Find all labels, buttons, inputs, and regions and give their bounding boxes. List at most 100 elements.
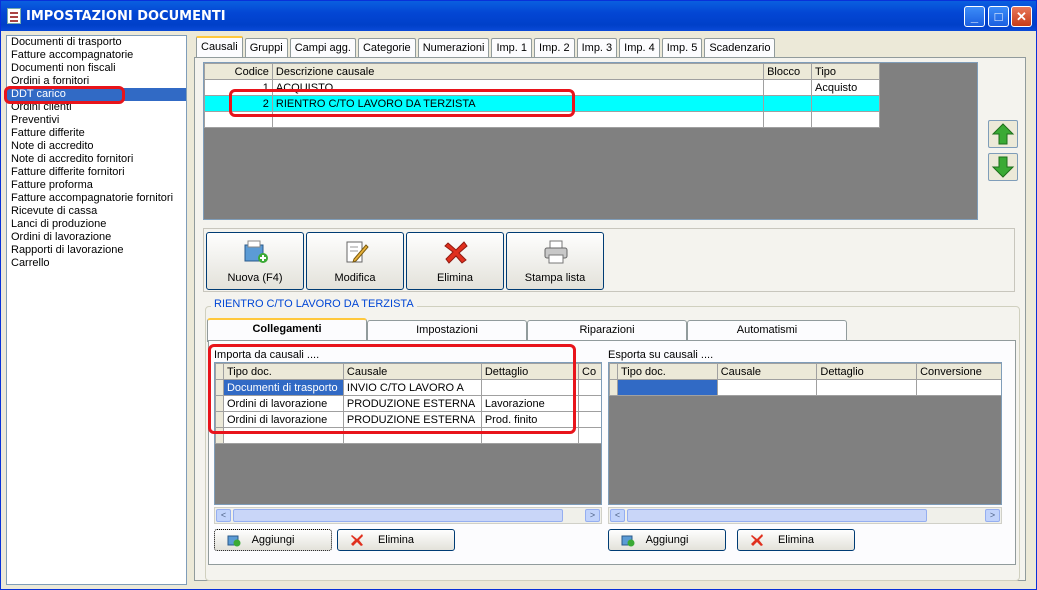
sidebar-item[interactable]: Note di accredito: [7, 140, 186, 153]
importa-delete-button[interactable]: Elimina: [337, 529, 455, 551]
window-title: IMPOSTAZIONI DOCUMENTI: [26, 9, 226, 24]
sidebar-item[interactable]: Ordini a fornitori: [7, 75, 186, 88]
tab-item[interactable]: Scadenzario: [704, 38, 776, 57]
tab-item[interactable]: Imp. 1: [491, 38, 533, 57]
sidebar-item[interactable]: Ordini di lavorazione: [7, 231, 186, 244]
document-type-list[interactable]: Documenti di trasporto Fatture accompagna…: [6, 35, 187, 585]
esporta-delete-label: Elimina: [777, 534, 815, 546]
column-header[interactable]: Tipo: [811, 63, 880, 80]
column-header[interactable]: Codice: [204, 63, 273, 80]
tab-item[interactable]: Gruppi: [244, 38, 288, 57]
sidebar-item[interactable]: Fatture accompagnatorie: [7, 49, 186, 62]
subtab-impostazioni[interactable]: Impostazioni: [367, 320, 527, 340]
tab-item[interactable]: Imp. 5: [661, 38, 703, 57]
tab-item[interactable]: Imp. 2: [534, 38, 575, 57]
column-header[interactable]: Conversione: [916, 363, 1001, 380]
esporta-hscrollbar[interactable]: < >: [608, 507, 1002, 524]
table-cell: [716, 379, 818, 396]
minimize-button[interactable]: _: [964, 6, 985, 27]
sidebar-item[interactable]: DDT carico: [7, 88, 186, 101]
sidebar-item[interactable]: Ordini clienti: [7, 101, 186, 114]
sidebar-item[interactable]: Fatture accompagnatorie fornitori: [7, 192, 186, 205]
column-header[interactable]: Dettaglio: [816, 363, 918, 380]
column-header[interactable]: Co: [578, 363, 601, 380]
close-button[interactable]: ✕: [1011, 6, 1032, 27]
row-indicator: [215, 427, 224, 444]
sidebar-item[interactable]: Fatture proforma: [7, 179, 186, 192]
scroll-left-icon[interactable]: <: [610, 509, 625, 522]
importa-add-label: Aggiungi: [251, 534, 295, 546]
subtab-riparazioni[interactable]: Riparazioni: [527, 320, 687, 340]
esporta-add-button[interactable]: Aggiungi: [608, 529, 726, 551]
column-header[interactable]: Tipo doc.: [222, 363, 344, 380]
window: IMPOSTAZIONI DOCUMENTI _ □ ✕ Documenti d…: [0, 0, 1037, 590]
esporta-add-label: Aggiungi: [645, 534, 689, 546]
tab-item[interactable]: Campi agg.: [289, 38, 356, 57]
table-row[interactable]: 1 ACQUISTO Acquisto: [204, 79, 880, 96]
sidebar-item[interactable]: Fatture differite: [7, 127, 186, 140]
scroll-thumb[interactable]: [627, 509, 927, 522]
move-up-button[interactable]: [988, 120, 1018, 148]
tab-item[interactable]: Numerazioni: [417, 38, 490, 57]
column-header[interactable]: Dettaglio: [480, 363, 580, 380]
sidebar-item[interactable]: Documenti di trasporto: [7, 36, 186, 49]
sidebar-item[interactable]: Documenti non fiscali: [7, 62, 186, 75]
importa-label: Importa da causali ....: [214, 349, 320, 361]
table-row[interactable]: Ordini di lavorazione PRODUZIONE ESTERNA P…: [215, 411, 601, 428]
column-header[interactable]: Blocco: [763, 63, 813, 80]
table-cell: Acquisto: [811, 79, 880, 96]
subtab-automatismi[interactable]: Automatismi: [687, 320, 847, 340]
esporta-table: Tipo doc. Causale Dettaglio Conversione: [609, 363, 1001, 396]
group-title: RIENTRO C/TO LAVORO DA TERZISTA: [211, 298, 417, 310]
delete-button[interactable]: Elimina: [406, 232, 504, 290]
edit-button[interactable]: Modifica: [306, 232, 404, 290]
arrow-down-icon: [991, 156, 1015, 178]
move-down-button[interactable]: [988, 153, 1018, 181]
table-cell: [578, 379, 601, 396]
esporta-delete-button[interactable]: Elimina: [737, 529, 855, 551]
scroll-left-icon[interactable]: <: [216, 509, 231, 522]
sidebar-item[interactable]: Rapporti di lavorazione: [7, 244, 186, 257]
table-row[interactable]: [204, 111, 880, 128]
column-header[interactable]: Causale: [716, 363, 818, 380]
table-cell: Lavorazione: [480, 395, 580, 412]
sidebar-item[interactable]: Carrello: [7, 257, 186, 270]
scroll-right-icon[interactable]: >: [585, 509, 600, 522]
sidebar-item[interactable]: Note di accredito fornitori: [7, 153, 186, 166]
sidebar-item[interactable]: Ricevute di cassa: [7, 205, 186, 218]
subtab-collegamenti[interactable]: Collegamenti: [207, 318, 367, 342]
tab-item[interactable]: Categorie: [357, 38, 416, 57]
causali-grid[interactable]: Codice Descrizione causale Blocco Tipo 1 ACQ…: [203, 62, 978, 220]
sidebar-item[interactable]: Preventivi: [7, 114, 186, 127]
importa-hscrollbar[interactable]: < >: [214, 507, 602, 524]
tab-item[interactable]: Imp. 3: [576, 38, 618, 57]
table-row[interactable]: Documenti di trasporto INVIO C/TO LAVORO …: [215, 379, 601, 396]
tab-item[interactable]: Causali: [196, 36, 243, 58]
column-header[interactable]: Causale: [342, 363, 482, 380]
scroll-thumb[interactable]: [233, 509, 563, 522]
print-list-button[interactable]: Stampa lista: [506, 232, 604, 290]
table-cell: [616, 379, 718, 396]
table-cell: [811, 111, 880, 128]
importa-add-button[interactable]: Aggiungi: [214, 529, 332, 551]
new-button[interactable]: Nuova (F4): [206, 232, 304, 290]
esporta-grid[interactable]: Tipo doc. Causale Dettaglio Conversione: [608, 362, 1002, 505]
scroll-right-icon[interactable]: >: [985, 509, 1000, 522]
importa-grid[interactable]: Tipo doc. Causale Dettaglio Co Documenti di…: [214, 362, 602, 505]
table-cell: Prod. finito: [480, 411, 580, 428]
delete-x-icon: [444, 241, 468, 264]
table-row[interactable]: Ordini di lavorazione PRODUZIONE ESTERNA L…: [215, 395, 601, 412]
table-cell: [763, 111, 813, 128]
maximize-button[interactable]: □: [988, 6, 1009, 27]
column-header[interactable]: Tipo doc.: [616, 363, 718, 380]
table-row[interactable]: [215, 427, 601, 444]
table-cell: [204, 111, 273, 128]
table-cell: [811, 95, 880, 112]
table-row[interactable]: 2 RIENTRO C/TO LAVORO DA TERZISTA: [204, 95, 880, 112]
column-header[interactable]: Descrizione causale: [271, 63, 765, 80]
importa-table: Tipo doc. Causale Dettaglio Co Documenti di…: [215, 363, 601, 444]
sidebar-item[interactable]: Fatture differite fornitori: [7, 166, 186, 179]
sidebar-item[interactable]: Lanci di produzione: [7, 218, 186, 231]
table-row[interactable]: [609, 379, 1001, 396]
tab-item[interactable]: Imp. 4: [619, 38, 660, 57]
